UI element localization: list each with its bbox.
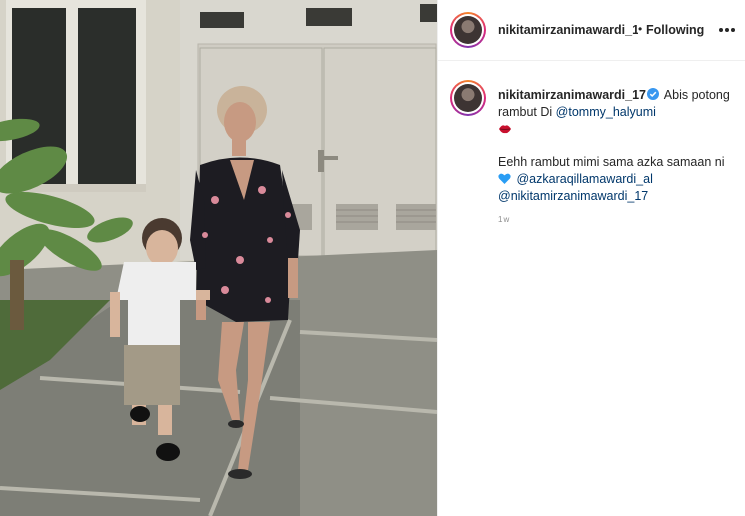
instagram-post: nikitamirzanimawardi_17 • Following niki… — [0, 0, 745, 516]
header-avatar[interactable] — [450, 12, 486, 48]
post-side-panel: nikitamirzanimawardi_17 • Following niki… — [437, 0, 745, 516]
following-button[interactable]: Following — [646, 23, 704, 37]
post-header: nikitamirzanimawardi_17 • Following — [438, 0, 745, 61]
header-username-link[interactable]: nikitamirzanimawardi_17 — [498, 23, 638, 37]
photo-illustration — [0, 0, 437, 516]
mention-link-nikita[interactable]: @nikitamirzanimawardi_17 — [498, 189, 648, 203]
caption-line-2: Eehh rambut mimi sama azka samaan ni — [498, 155, 725, 169]
mention-link-tommy[interactable]: @tommy_halyumi — [556, 105, 656, 119]
caption-avatar[interactable] — [450, 80, 486, 116]
verified-badge-icon — [646, 88, 659, 100]
caption-text: nikitamirzanimawardi_17 Abis potong ramb… — [498, 87, 738, 228]
caption-username-link[interactable]: nikitamirzanimawardi_17 — [498, 88, 646, 102]
post-timestamp[interactable]: 1w — [498, 211, 738, 228]
more-options-icon[interactable] — [717, 21, 737, 39]
mention-link-azka[interactable]: @azkaraqillamawardi_al — [516, 172, 652, 186]
post-photo[interactable] — [0, 0, 437, 516]
header-separator-dot: • — [638, 22, 643, 36]
blue-heart-emoji — [498, 173, 511, 184]
kiss-mark-emoji — [499, 125, 511, 134]
